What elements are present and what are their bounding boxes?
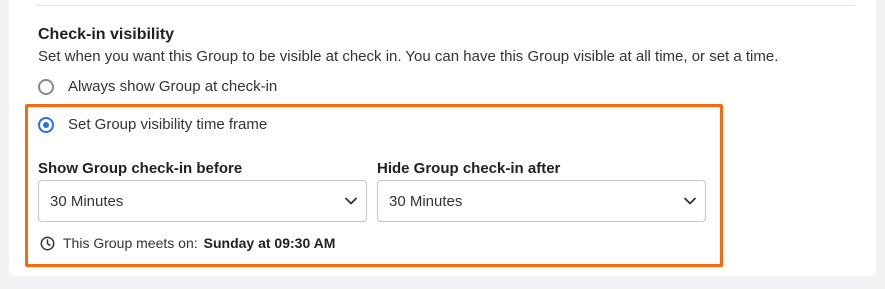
show-before-value: 30 Minutes <box>50 192 124 210</box>
radio-always-show[interactable]: Always show Group at check-in <box>38 78 277 95</box>
chevron-down-icon <box>684 197 696 205</box>
radio-time-frame[interactable]: Set Group visibility time frame <box>38 116 267 133</box>
meeting-info: This Group meets on: Sunday at 09:30 AM <box>40 235 335 251</box>
radio-button-checked[interactable] <box>38 116 54 133</box>
chevron-down-icon <box>345 197 357 205</box>
hide-after-select[interactable]: 30 Minutes <box>377 180 706 222</box>
show-before-select[interactable]: 30 Minutes <box>38 180 367 222</box>
hide-after-value: 30 Minutes <box>389 192 463 210</box>
section-title: Check-in visibility <box>38 26 175 43</box>
clock-icon <box>40 236 55 250</box>
section-description: Set when you want this Group to be visib… <box>38 48 779 65</box>
radio-button-unchecked[interactable] <box>38 78 54 95</box>
meeting-time: Sunday at 09:30 AM <box>203 235 336 251</box>
radio-label-time-frame: Set Group visibility time frame <box>68 116 268 133</box>
section-divider <box>37 5 855 6</box>
hide-after-label: Hide Group check-in after <box>377 160 561 177</box>
radio-label-always-show: Always show Group at check-in <box>68 78 278 95</box>
show-before-label: Show Group check-in before <box>38 160 243 177</box>
meeting-prefix: This Group meets on: <box>63 235 198 251</box>
